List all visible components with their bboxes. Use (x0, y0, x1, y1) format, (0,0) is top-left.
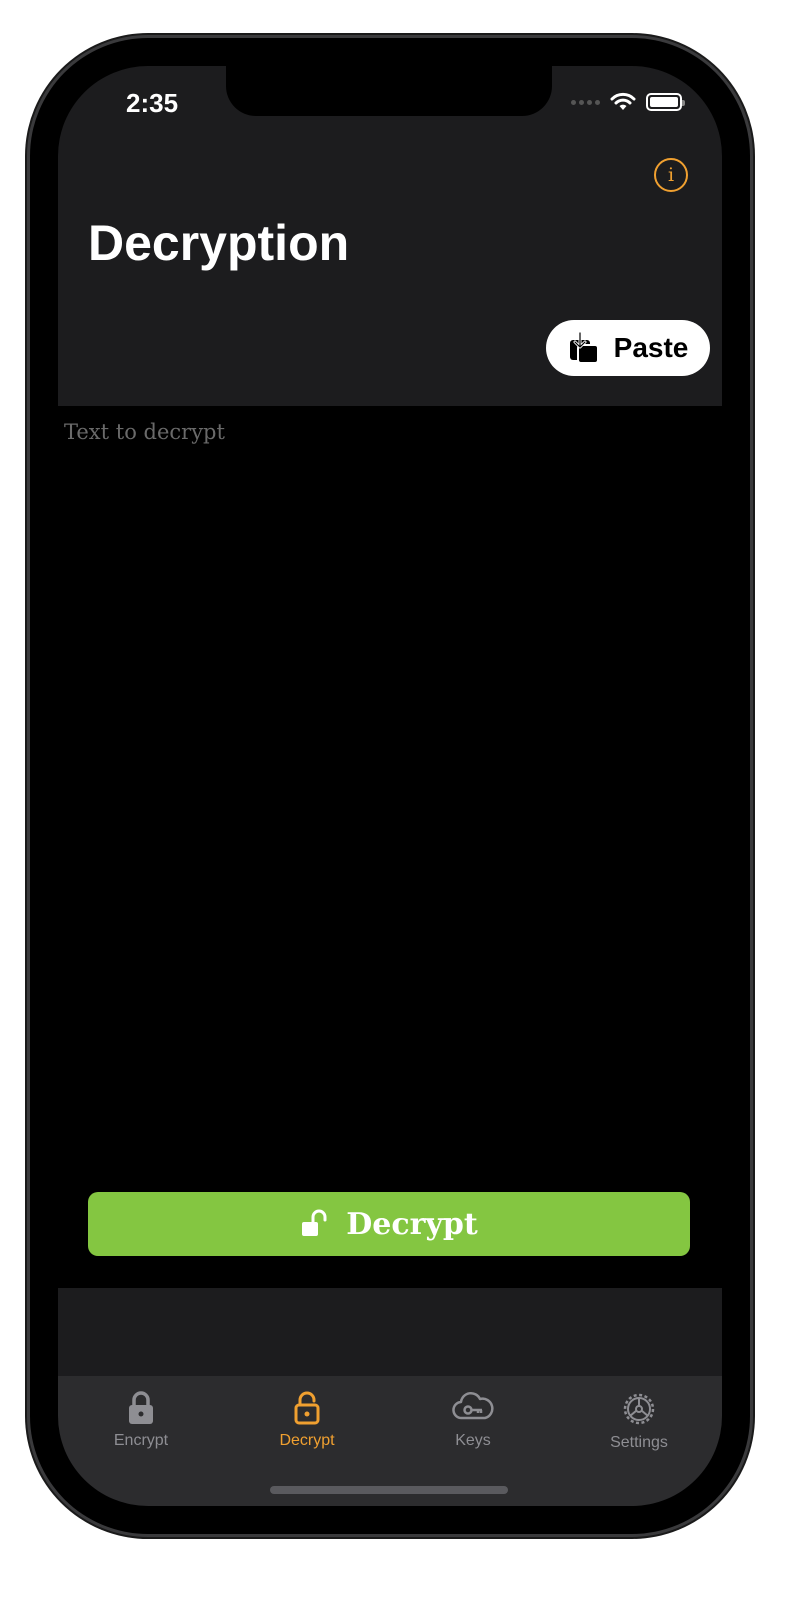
tab-label-encrypt: Encrypt (113, 1432, 169, 1449)
tab-label-keys: Keys (455, 1432, 491, 1449)
notch (226, 66, 552, 116)
tab-encrypt[interactable]: Encrypt (58, 1376, 224, 1506)
paste-label: Paste (613, 332, 689, 363)
home-indicator[interactable] (270, 1486, 508, 1494)
decrypt-label: Decrypt (346, 1206, 478, 1242)
decrypt-text-input[interactable] (58, 406, 722, 1288)
tab-label-settings: Settings (610, 1434, 668, 1451)
paste-button[interactable]: Paste (546, 320, 710, 376)
status-time: 2:35 (126, 88, 179, 118)
unlock-icon (294, 1391, 320, 1425)
unlock-icon (302, 1209, 327, 1236)
cloud-key-icon (452, 1392, 494, 1420)
status-icons (571, 92, 685, 112)
wifi-icon (610, 92, 636, 110)
info-icon[interactable]: i (654, 158, 688, 192)
signal-icon (571, 99, 600, 105)
battery-icon (646, 93, 685, 111)
paste-icon (569, 331, 599, 364)
gear-icon (623, 1393, 655, 1425)
decrypt-button[interactable]: Decrypt (88, 1192, 690, 1256)
decrypt-text-area[interactable] (58, 406, 722, 1288)
app-screen: 2:35 i Decryption Paste Text to decrypt … (58, 66, 722, 1506)
content-footer (58, 1288, 722, 1376)
tab-settings[interactable]: Settings (556, 1376, 722, 1506)
page-title: Decryption (88, 215, 350, 271)
tab-label-decrypt: Decrypt (279, 1432, 335, 1449)
lock-icon (129, 1391, 153, 1424)
header: 2:35 i Decryption Paste (58, 66, 722, 406)
